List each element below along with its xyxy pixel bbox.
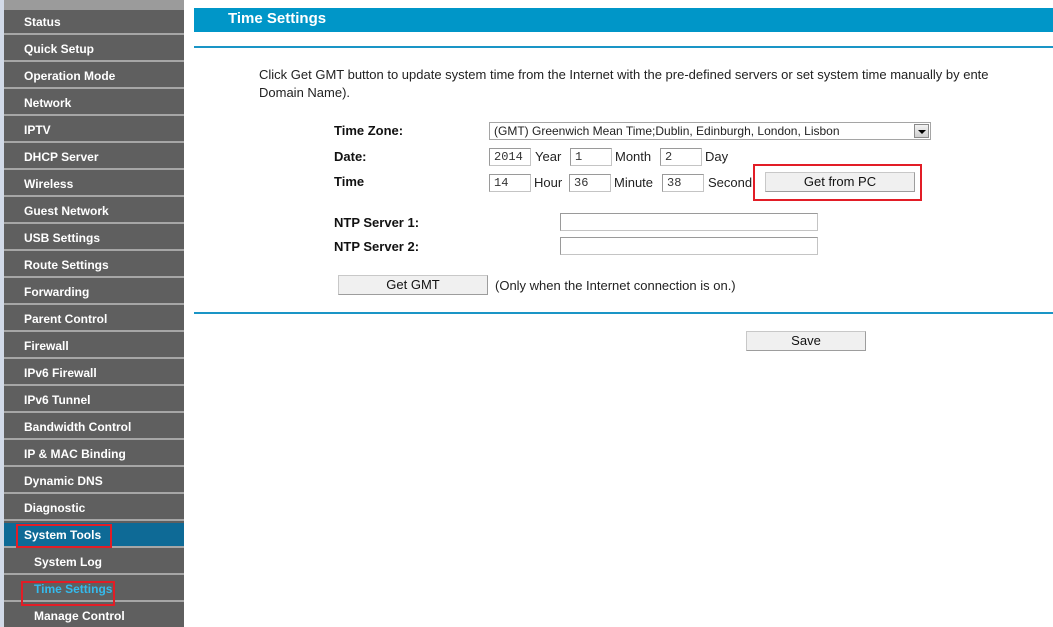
- sidebar-item-quick-setup[interactable]: Quick Setup: [4, 37, 184, 62]
- day-input[interactable]: [660, 148, 702, 166]
- sidebar-item-time-settings[interactable]: Time Settings: [4, 577, 184, 602]
- ntp-server-1-label: NTP Server 1:: [334, 215, 420, 230]
- sidebar-item-label: DHCP Server: [24, 150, 99, 164]
- sidebar-item-label: Time Settings: [34, 582, 113, 596]
- get-gmt-button[interactable]: Get GMT: [338, 275, 488, 295]
- sidebar-item-label: Network: [24, 96, 72, 110]
- sidebar-item-label: Bandwidth Control: [24, 420, 132, 434]
- sidebar-item-label: IPv6 Tunnel: [24, 393, 91, 407]
- day-unit: Day: [705, 149, 729, 164]
- second-unit-wrap: Second: [707, 170, 757, 196]
- hour-unit: Hour: [534, 175, 563, 190]
- year-unit: Year: [535, 149, 562, 164]
- year-input[interactable]: [489, 148, 531, 166]
- sidebar-item-usb-settings[interactable]: USB Settings: [4, 226, 184, 251]
- page-description: Click Get GMT button to update system ti…: [259, 66, 1053, 102]
- minute-input[interactable]: [569, 174, 611, 192]
- save-button[interactable]: Save: [746, 331, 866, 351]
- sidebar-item-diagnostic[interactable]: Diagnostic: [4, 496, 184, 521]
- sidebar-item-network[interactable]: Network: [4, 91, 184, 116]
- sidebar-item-label: Wireless: [24, 177, 74, 191]
- sidebar-item-operation-mode[interactable]: Operation Mode: [4, 64, 184, 89]
- time-zone-label: Time Zone:: [334, 123, 404, 138]
- sidebar-item-label: Diagnostic: [24, 501, 86, 515]
- description-line-2: Domain Name).: [259, 85, 351, 100]
- sidebar-item-ipv6-tunnel[interactable]: IPv6 Tunnel: [4, 388, 184, 413]
- ntp-server-1-input[interactable]: [560, 213, 818, 231]
- second-unit: Second: [708, 175, 753, 190]
- sidebar-item-label: Dynamic DNS: [24, 474, 103, 488]
- get-from-pc-button[interactable]: Get from PC: [765, 172, 915, 192]
- sidebar-item-label: System Tools: [24, 528, 102, 542]
- time-zone-value: (GMT) Greenwich Mean Time;Dublin, Edinbu…: [494, 124, 840, 138]
- time-zone-select[interactable]: (GMT) Greenwich Mean Time;Dublin, Edinbu…: [489, 122, 931, 140]
- sidebar-item-firewall[interactable]: Firewall: [4, 334, 184, 359]
- sidebar-item-label: IPv6 Firewall: [24, 366, 97, 380]
- hour-input[interactable]: [489, 174, 531, 192]
- sidebar-item-label: IP & MAC Binding: [24, 447, 126, 461]
- sidebar-item-dynamic-dns[interactable]: Dynamic DNS: [4, 469, 184, 494]
- sidebar-item-system-log[interactable]: System Log: [4, 550, 184, 575]
- sidebar-item-label: Status: [24, 15, 61, 29]
- divider-top: [194, 46, 1053, 48]
- time-label: Time: [334, 174, 365, 189]
- second-input[interactable]: [662, 174, 704, 192]
- sidebar-item-label: Forwarding: [24, 285, 90, 299]
- sidebar-item-wireless[interactable]: Wireless: [4, 172, 184, 197]
- month-input[interactable]: [570, 148, 612, 166]
- sidebar-item-status[interactable]: Status: [4, 10, 184, 35]
- sidebar-item-label: Route Settings: [24, 258, 109, 272]
- sidebar-item-label: Manage Control: [34, 609, 125, 623]
- ntp-server-2-label: NTP Server 2:: [334, 239, 420, 254]
- month-unit: Month: [615, 149, 652, 164]
- sidebar-item-ip-and-mac-binding[interactable]: IP & MAC Binding: [4, 442, 184, 467]
- sidebar-item-ipv6-firewall[interactable]: IPv6 Firewall: [4, 361, 184, 386]
- sidebar-item-label: IPTV: [24, 123, 51, 137]
- date-label: Date:: [334, 149, 367, 164]
- sidebar-item-system-tools[interactable]: System Tools: [4, 523, 184, 548]
- sidebar-item-label: Operation Mode: [24, 69, 116, 83]
- sidebar-item-route-settings[interactable]: Route Settings: [4, 253, 184, 278]
- sidebar-item-guest-network[interactable]: Guest Network: [4, 199, 184, 224]
- get-gmt-note: (Only when the Internet connection is on…: [495, 278, 736, 293]
- sidebar-item-bandwidth-control[interactable]: Bandwidth Control: [4, 415, 184, 440]
- sidebar-item-label: System Log: [34, 555, 103, 569]
- divider-bottom: [194, 312, 1053, 314]
- minute-unit: Minute: [614, 175, 654, 190]
- ntp-server-2-input[interactable]: [560, 237, 818, 255]
- sidebar-item-manage-control[interactable]: Manage Control: [4, 604, 184, 627]
- sidebar-item-parent-control[interactable]: Parent Control: [4, 307, 184, 332]
- chevron-down-icon[interactable]: [914, 124, 929, 138]
- sidebar-top: [4, 0, 184, 10]
- description-line-1: Click Get GMT button to update system ti…: [259, 67, 989, 82]
- sidebar-item-label: Guest Network: [24, 204, 109, 218]
- sidebar-item-label: Quick Setup: [24, 42, 95, 56]
- sidebar-item-label: Firewall: [24, 339, 69, 353]
- sidebar-item-iptv[interactable]: IPTV: [4, 118, 184, 143]
- sidebar-item-label: Parent Control: [24, 312, 108, 326]
- sidebar-item-label: USB Settings: [24, 231, 101, 245]
- sidebar-item-dhcp-server[interactable]: DHCP Server: [4, 145, 184, 170]
- page-title: Time Settings: [194, 8, 1053, 32]
- sidebar-item-forwarding[interactable]: Forwarding: [4, 280, 184, 305]
